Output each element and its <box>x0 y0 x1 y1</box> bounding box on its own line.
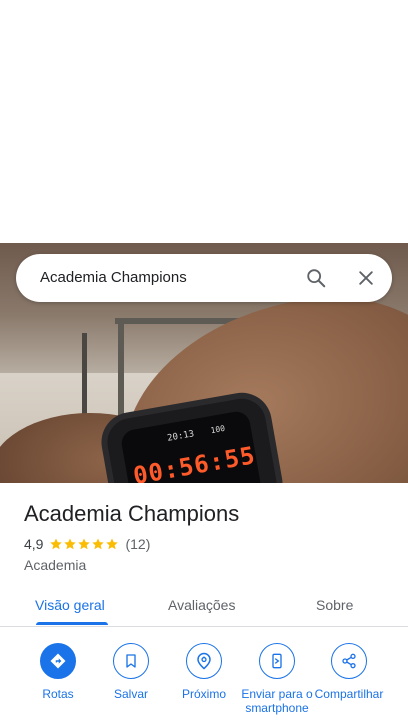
share-icon <box>331 643 367 679</box>
map-blank-area <box>0 0 408 243</box>
star-icon <box>64 538 77 550</box>
search-bar[interactable]: Academia Champions <box>16 254 392 302</box>
bookmark-icon <box>113 643 149 679</box>
star-icon <box>78 538 91 550</box>
save-label: Salvar <box>113 687 148 701</box>
search-icon[interactable] <box>302 264 330 292</box>
review-count: (12) <box>125 536 151 552</box>
watch-battery: 100 <box>209 423 226 436</box>
rating-stars <box>49 537 119 551</box>
star-icon <box>92 538 105 550</box>
action-row: Rotas Salvar Próximo Enviar para o smart… <box>0 643 408 726</box>
star-icon <box>106 538 119 550</box>
nearby-button[interactable]: Próximo <box>164 643 244 701</box>
place-info-sheet: Academia Champions 4,9 (12) Academia Vis… <box>0 483 408 726</box>
rating-row[interactable]: 4,9 (12) <box>24 536 150 552</box>
tab-reviews[interactable]: Avaliações <box>168 597 235 613</box>
tab-overview[interactable]: Visão geral <box>35 597 105 613</box>
rating-value: 4,9 <box>24 536 44 552</box>
watch-screen: 20:13 100 00:56:55 <box>119 409 263 483</box>
directions-label: Rotas <box>42 687 74 701</box>
directions-button[interactable]: Rotas <box>18 643 98 701</box>
directions-icon <box>40 643 76 679</box>
send-to-phone-button[interactable]: Enviar para o smartphone <box>237 643 317 715</box>
tab-bar: Visão geral Avaliações Sobre <box>0 585 408 627</box>
active-tab-indicator <box>36 622 108 625</box>
share-button[interactable]: Compartilhar <box>309 643 389 701</box>
star-icon <box>50 538 63 550</box>
nearby-icon <box>186 643 222 679</box>
watch-time-big: 00:56:55 <box>131 441 258 483</box>
save-button[interactable]: Salvar <box>91 643 171 701</box>
send-to-phone-label: Enviar para o smartphone <box>241 687 313 715</box>
send-to-phone-icon <box>259 643 295 679</box>
nearby-label: Próximo <box>181 687 226 701</box>
tab-about[interactable]: Sobre <box>316 597 353 613</box>
search-input[interactable]: Academia Champions <box>40 269 187 286</box>
close-icon[interactable] <box>352 264 380 292</box>
place-title: Academia Champions <box>24 501 240 526</box>
watch-time-small: 20:13 <box>166 429 195 444</box>
share-label: Compartilhar <box>314 687 384 701</box>
place-category: Academia <box>24 557 87 573</box>
